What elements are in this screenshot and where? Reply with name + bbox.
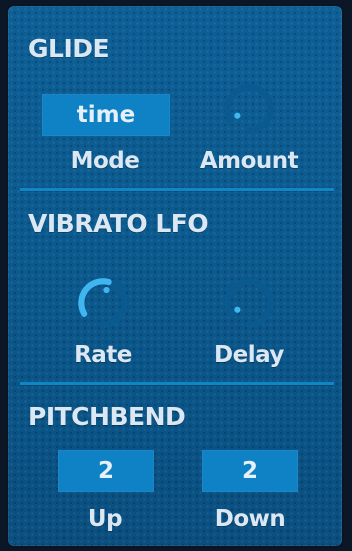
vibrato-delay-label: Delay xyxy=(214,342,284,368)
vibrato-rate-label: Rate xyxy=(74,342,132,368)
vibrato-rate-knob[interactable] xyxy=(72,272,134,334)
pitchbend-down-label: Down xyxy=(214,506,286,532)
vibrato-delay-knob[interactable] xyxy=(218,272,280,334)
pitchbend-up-label: Up xyxy=(87,506,123,532)
knob-icon xyxy=(224,278,274,328)
section-divider xyxy=(20,188,334,191)
pitchbend-up-value: 2 xyxy=(97,458,114,484)
pitch-module-panel: GLIDE time Mode Amount VIBRATO LFO Rate … xyxy=(8,6,342,546)
knob-icon xyxy=(78,278,128,328)
glide-section-title: GLIDE xyxy=(28,34,110,63)
glide-mode-label: Mode xyxy=(70,148,140,174)
vibrato-section-title: VIBRATO LFO xyxy=(28,209,209,238)
glide-amount-knob[interactable] xyxy=(218,78,280,140)
pitchbend-down-selector[interactable]: 2 xyxy=(202,450,298,492)
section-divider xyxy=(20,382,334,385)
glide-mode-value: time xyxy=(76,102,136,128)
pitchbend-section-title: PITCHBEND xyxy=(28,402,186,431)
glide-mode-selector[interactable]: time xyxy=(42,94,170,136)
pitchbend-down-value: 2 xyxy=(241,458,258,484)
pitchbend-up-selector[interactable]: 2 xyxy=(58,450,154,492)
knob-icon xyxy=(224,84,274,134)
glide-amount-label: Amount xyxy=(199,148,299,174)
